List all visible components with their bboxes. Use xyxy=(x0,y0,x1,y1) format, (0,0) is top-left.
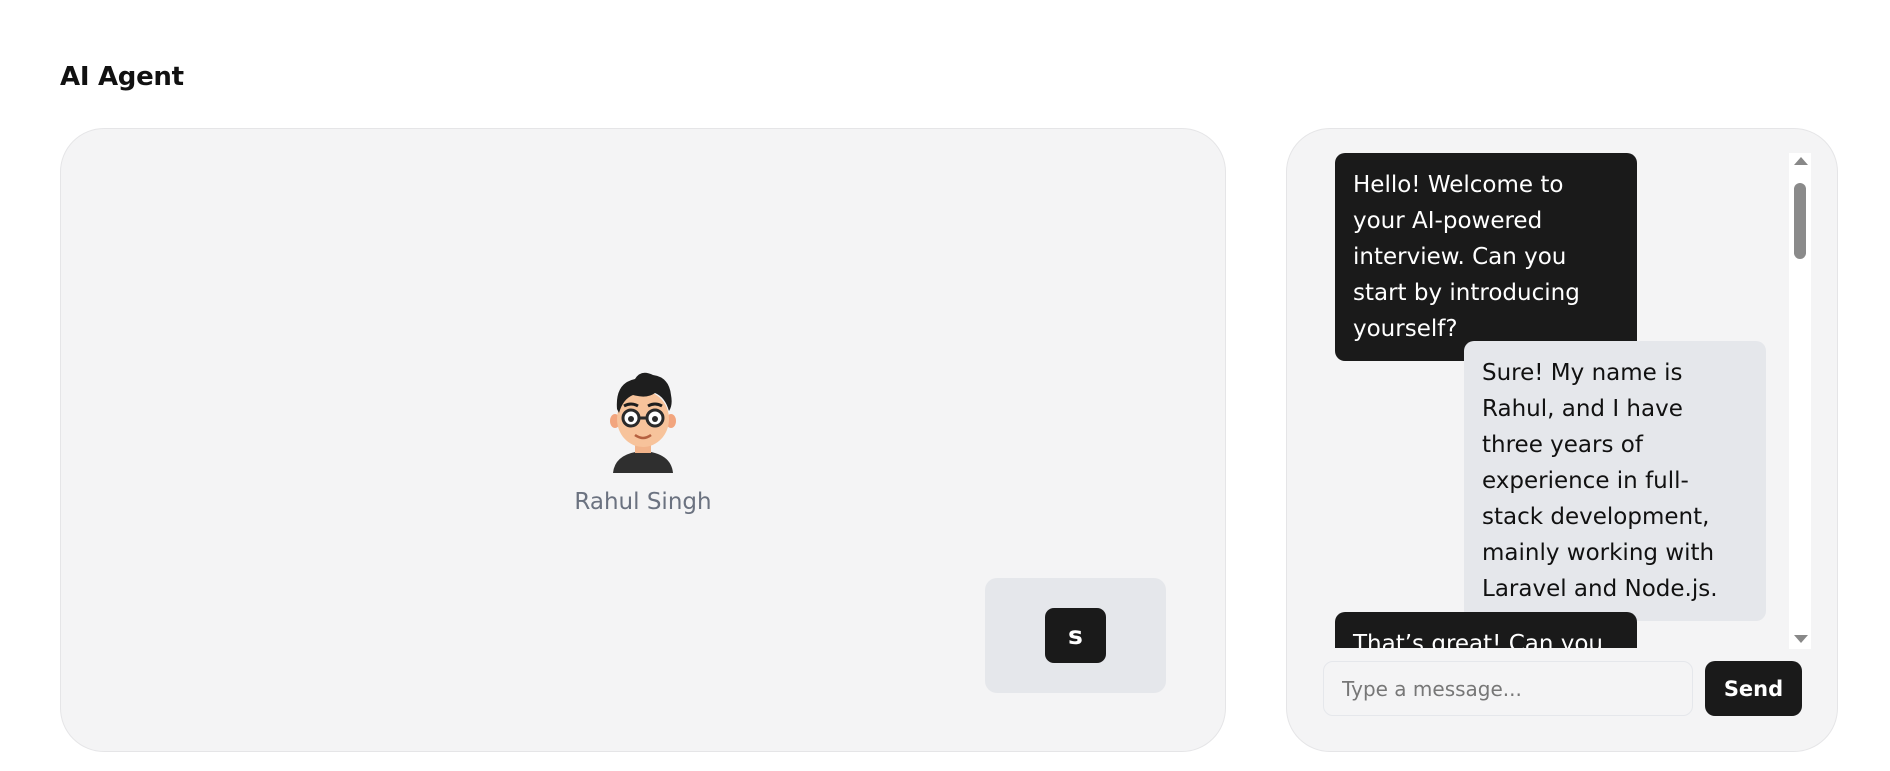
ai-message: Hello! Welcome to your AI-powered interv… xyxy=(1335,153,1637,361)
agent-tile: Rahul Singh xyxy=(61,369,1225,515)
avatar xyxy=(610,372,676,473)
user-message: Sure! My name is Rahul, and I have three… xyxy=(1464,341,1766,621)
send-button[interactable]: Send xyxy=(1705,661,1802,716)
message-scrollbar[interactable] xyxy=(1789,153,1811,649)
ai-message: That’s great! Can you xyxy=(1335,612,1637,648)
scroll-up-arrow-icon[interactable] xyxy=(1794,157,1808,165)
message-composer: Send xyxy=(1323,661,1809,717)
self-video-tile: s xyxy=(985,578,1166,693)
scroll-thumb[interactable] xyxy=(1794,183,1806,259)
agent-name: Rahul Singh xyxy=(574,489,712,515)
page-title: AI Agent xyxy=(60,62,184,92)
self-initial-badge: s xyxy=(1045,608,1106,663)
message-list[interactable]: Hello! Welcome to your AI-powered interv… xyxy=(1287,153,1791,648)
video-stage: Rahul Singh s xyxy=(60,128,1226,752)
scroll-down-arrow-icon[interactable] xyxy=(1794,635,1808,643)
chat-panel: Hello! Welcome to your AI-powered interv… xyxy=(1286,128,1838,752)
message-input[interactable] xyxy=(1323,661,1693,716)
